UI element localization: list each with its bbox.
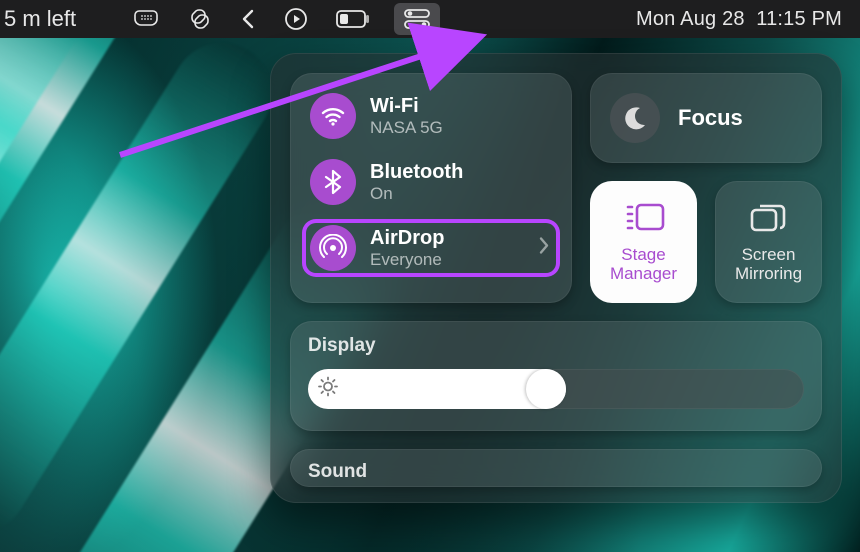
airdrop-toggle[interactable]: AirDrop Everyone <box>302 219 560 277</box>
brightness-slider[interactable] <box>308 369 804 409</box>
chevron-right-icon[interactable] <box>538 237 550 260</box>
screen-mirroring-button[interactable]: Screen Mirroring <box>715 181 822 303</box>
stage-manager-label: Stage Manager <box>610 246 677 283</box>
back-chevron-icon[interactable] <box>240 0 256 38</box>
control-center-menu-icon[interactable] <box>394 3 440 35</box>
menubar-date: Mon Aug 28 <box>636 8 745 30</box>
airdrop-title: AirDrop <box>370 227 444 250</box>
chatgpt-menu-icon[interactable] <box>188 0 212 38</box>
airdrop-subtitle: Everyone <box>370 250 444 270</box>
wifi-icon <box>310 93 356 139</box>
bluetooth-title: Bluetooth <box>370 161 463 184</box>
airdrop-icon <box>310 225 356 271</box>
display-tile: Display <box>290 321 822 431</box>
wifi-toggle[interactable]: Wi-Fi NASA 5G <box>302 87 560 145</box>
bluetooth-toggle[interactable]: Bluetooth On <box>302 153 560 211</box>
battery-menu-icon[interactable] <box>336 0 370 38</box>
control-center-panel: Wi-Fi NASA 5G Bluetooth On <box>270 53 842 503</box>
now-playing-menu-icon[interactable] <box>284 0 308 38</box>
stage-manager-button[interactable]: Stage Manager <box>590 181 697 303</box>
focus-label: Focus <box>678 105 743 131</box>
menu-bar: 5 m left <box>0 0 860 38</box>
screen-mirroring-label: Screen Mirroring <box>735 246 802 283</box>
bluetooth-subtitle: On <box>370 184 463 204</box>
stage-manager-icon <box>623 201 665 238</box>
screen-mirroring-icon <box>749 201 789 238</box>
connectivity-tile: Wi-Fi NASA 5G Bluetooth On <box>290 73 572 303</box>
menubar-datetime[interactable]: Mon Aug 28 11:15 PM <box>636 8 842 31</box>
countdown-text: 5 m left <box>4 6 76 32</box>
wifi-subtitle: NASA 5G <box>370 118 443 138</box>
bluetooth-icon <box>310 159 356 205</box>
mic-menu-icon[interactable] <box>134 0 160 38</box>
display-label: Display <box>308 335 804 357</box>
focus-toggle[interactable]: Focus <box>590 73 822 163</box>
moon-icon <box>610 93 660 143</box>
menubar-time: 11:15 PM <box>756 8 842 30</box>
brightness-icon <box>318 377 338 402</box>
sound-label: Sound <box>308 461 804 483</box>
wifi-title: Wi-Fi <box>370 95 443 118</box>
sound-tile: Sound <box>290 449 822 487</box>
